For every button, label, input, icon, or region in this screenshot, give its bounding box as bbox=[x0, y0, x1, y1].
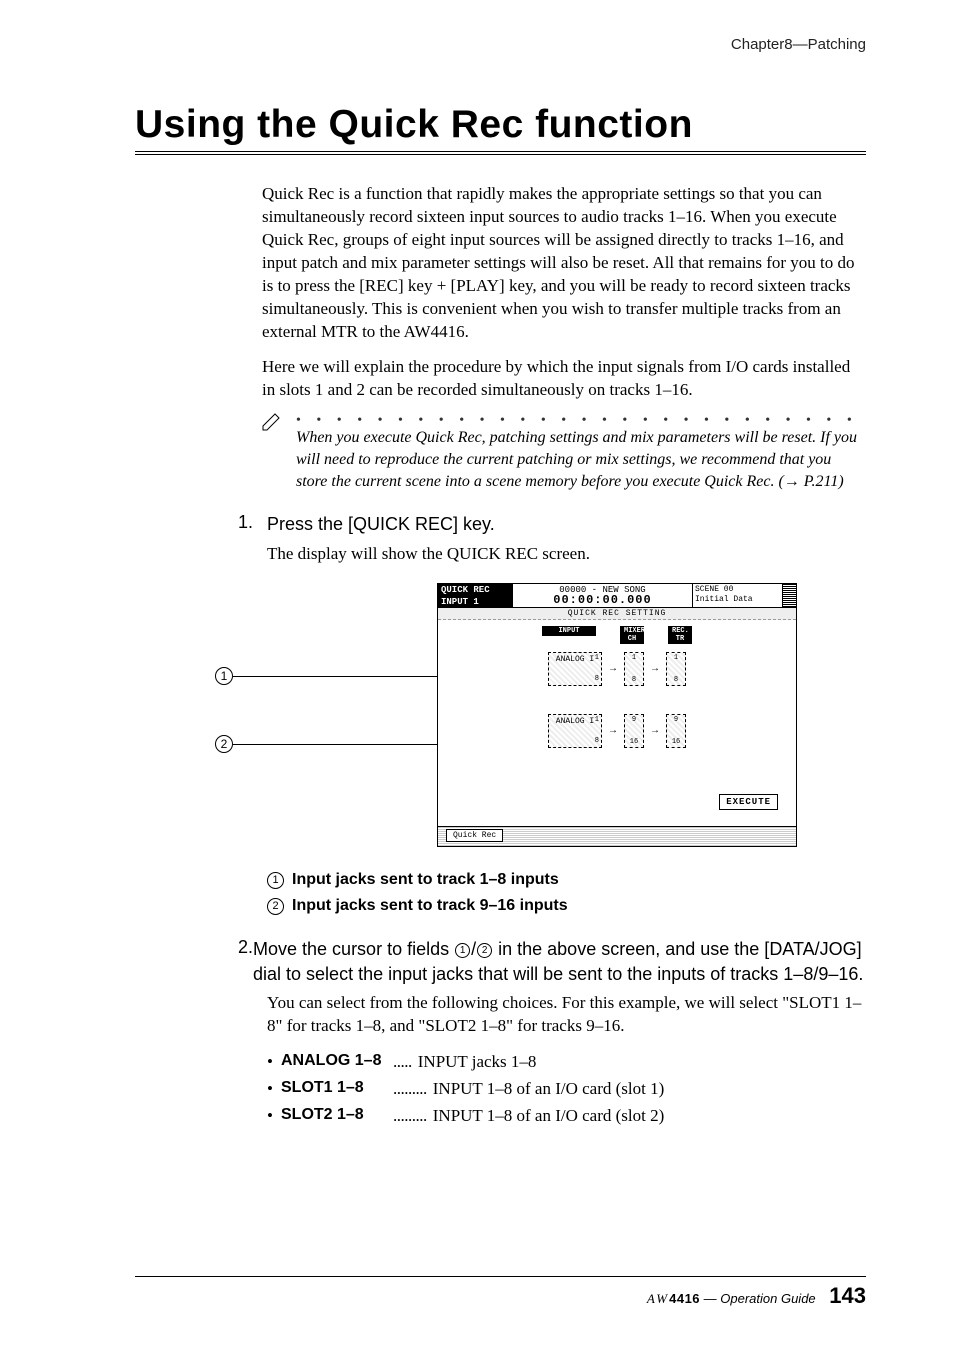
ss-scene: SCENE 00 Initial Data bbox=[692, 584, 782, 607]
step-1-number: 1. bbox=[238, 512, 267, 536]
choice-list: • ANALOG 1–8 ..... INPUT jacks 1–8 • SLO… bbox=[267, 1048, 866, 1130]
step-1-heading: Press the [QUICK REC] key. bbox=[267, 512, 495, 536]
step-1: 1. Press the [QUICK REC] key. bbox=[238, 512, 866, 536]
arrow-icon: → bbox=[610, 664, 616, 675]
legend-text-2: Input jacks sent to track 9–16 inputs bbox=[292, 897, 568, 915]
page-title: Using the Quick Rec function bbox=[135, 103, 866, 147]
lcd-screenshot: QUICK REC INPUT 1 00000 - NEW SONG 00:00… bbox=[437, 583, 797, 847]
legend-marker-2: 2 bbox=[267, 898, 284, 915]
pencil-icon bbox=[260, 409, 284, 438]
choice-slot2: • SLOT2 1–8 ......... INPUT 1–8 of an I/… bbox=[267, 1102, 866, 1129]
ss-input-select-2[interactable]: 1 ANALOG I 8 bbox=[548, 714, 602, 748]
quick-rec-tab[interactable]: Quick Rec bbox=[446, 829, 503, 842]
ss-group-1: 1 ANALOG I 8 → 1 8 → 1 8 bbox=[438, 652, 796, 686]
footer-guide: — Operation Guide bbox=[700, 1291, 816, 1306]
step-2-body: You can select from the following choice… bbox=[267, 992, 866, 1038]
arrow-icon: → bbox=[610, 726, 616, 737]
footer-brand: AW bbox=[647, 1291, 669, 1306]
arrow-icon: → bbox=[652, 664, 658, 675]
ss-mixer-ch-2: 9 16 bbox=[624, 714, 644, 748]
legend-text-1: Input jacks sent to track 1–8 inputs bbox=[292, 871, 559, 889]
ss-rec-tr-2: 9 16 bbox=[666, 714, 686, 748]
intro-para-2: Here we will explain the procedure by wh… bbox=[262, 356, 866, 402]
ss-col-mixer: MIXER CH bbox=[620, 626, 644, 644]
ss-group-2: 1 ANALOG I 8 → 9 16 → 9 16 bbox=[438, 714, 796, 748]
choice-slot1: • SLOT1 1–8 ......... INPUT 1–8 of an I/… bbox=[267, 1075, 866, 1102]
ss-section-header: QUICK REC SETTING bbox=[438, 608, 796, 620]
step-2-number: 2. bbox=[238, 937, 253, 986]
arrow-icon: → bbox=[652, 726, 658, 737]
footer-model: 4416 bbox=[669, 1291, 700, 1306]
page-number: 143 bbox=[829, 1283, 866, 1308]
ss-screen-name: QUICK REC INPUT 1 bbox=[438, 584, 513, 607]
page-footer: AW4416 — Operation Guide 143 bbox=[135, 1276, 866, 1309]
legend-marker-1: 1 bbox=[267, 872, 284, 889]
ss-rec-tr-1: 1 8 bbox=[666, 652, 686, 686]
ss-input-select-1[interactable]: 1 ANALOG I 8 bbox=[548, 652, 602, 686]
callout-1-marker: 1 bbox=[215, 667, 233, 685]
ss-col-rec: REC. TR bbox=[668, 626, 692, 644]
title-rule bbox=[135, 151, 866, 155]
quick-rec-screenshot: 1 2 QUICK REC INPUT 1 00000 - NEW SONG 0… bbox=[267, 583, 866, 847]
step-2-heading: Move the cursor to fields 1/2 in the abo… bbox=[253, 937, 866, 986]
chapter-label: Chapter8—Patching bbox=[135, 36, 866, 53]
choice-analog: • ANALOG 1–8 ..... INPUT jacks 1–8 bbox=[267, 1048, 866, 1075]
note-text: When you execute Quick Rec, patching set… bbox=[296, 427, 866, 492]
execute-button[interactable]: EXECUTE bbox=[719, 794, 778, 810]
step-1-body: The display will show the QUICK REC scre… bbox=[267, 543, 866, 566]
step-2: 2. Move the cursor to fields 1/2 in the … bbox=[238, 937, 866, 986]
ss-song-time: 00000 - NEW SONG 00:00:00.000 bbox=[513, 584, 692, 607]
callout-1: 1 bbox=[215, 667, 441, 685]
note-block: • • • • • • • • • • • • • • • • • • • • … bbox=[262, 413, 866, 492]
ss-mixer-ch-1: 1 8 bbox=[624, 652, 644, 686]
intro-para-1: Quick Rec is a function that rapidly mak… bbox=[262, 183, 866, 344]
callout-2-marker: 2 bbox=[215, 735, 233, 753]
note-dots: • • • • • • • • • • • • • • • • • • • • … bbox=[296, 413, 866, 427]
legend: 1 Input jacks sent to track 1–8 inputs 2… bbox=[267, 871, 866, 915]
callout-2: 2 bbox=[215, 735, 441, 753]
ss-col-input: INPUT bbox=[542, 626, 596, 636]
